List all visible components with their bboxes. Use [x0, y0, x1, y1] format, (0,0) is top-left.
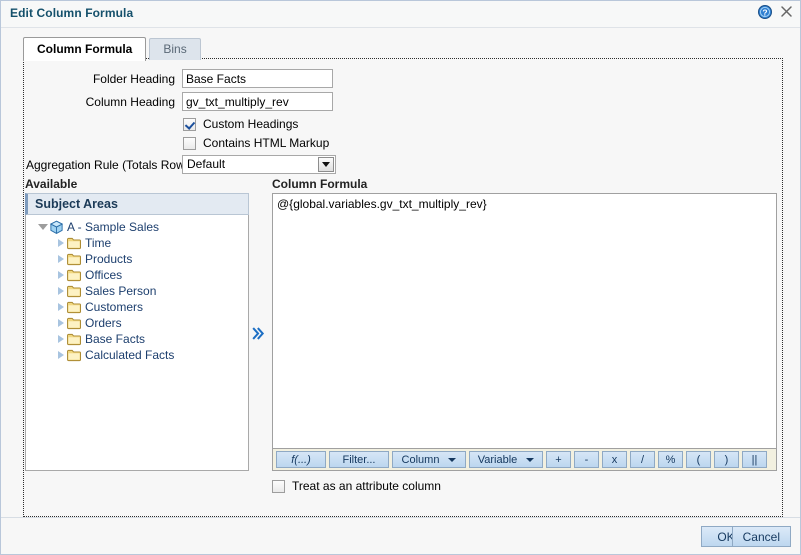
- available-caption: Available: [25, 177, 77, 191]
- treat-as-attribute-label: Treat as an attribute column: [285, 479, 441, 493]
- variable-menu-button[interactable]: Variable: [469, 451, 543, 468]
- operator-minus-button[interactable]: -: [574, 451, 599, 468]
- tree-node-calculated-facts[interactable]: Calculated Facts: [26, 347, 248, 363]
- variable-menu-label: Variable: [478, 454, 518, 466]
- tree-node-label: Sales Person: [85, 284, 156, 298]
- available-panel: Subject Areas A - Sample Sales: [25, 193, 249, 471]
- double-chevron-right-icon: [252, 326, 265, 341]
- chevron-down-icon[interactable]: [318, 157, 334, 172]
- tree-node-orders[interactable]: Orders: [26, 315, 248, 331]
- operator-concat-button[interactable]: ||: [742, 451, 767, 468]
- tree-node-offices[interactable]: Offices: [26, 267, 248, 283]
- custom-headings-row: Custom Headings: [183, 117, 298, 131]
- folder-icon: [67, 301, 82, 314]
- expand-toggle-icon[interactable]: [54, 317, 67, 330]
- dialog-titlebar: Edit Column Formula ?: [1, 1, 800, 28]
- treat-as-attribute-row: Treat as an attribute column: [272, 479, 441, 493]
- expand-toggle-icon[interactable]: [54, 253, 67, 266]
- contains-html-markup-row: Contains HTML Markup: [183, 136, 329, 150]
- operator-plus-button[interactable]: +: [546, 451, 571, 468]
- custom-headings-checkbox[interactable]: [183, 118, 196, 131]
- column-menu-label: Column: [402, 454, 440, 466]
- close-icon[interactable]: [780, 5, 793, 19]
- folder-icon: [67, 253, 82, 266]
- column-formula-caption: Column Formula: [272, 177, 367, 191]
- subject-areas-tree[interactable]: A - Sample Sales Time: [25, 215, 249, 471]
- column-heading-input[interactable]: [182, 92, 333, 111]
- dialog-title: Edit Column Formula: [10, 6, 133, 20]
- folder-heading-input[interactable]: [182, 69, 333, 88]
- tree-node-root[interactable]: A - Sample Sales: [26, 219, 248, 235]
- folder-icon: [67, 285, 82, 298]
- formula-panel: f(...) Filter... Column Variable + - x /…: [272, 193, 777, 471]
- formula-textarea[interactable]: [272, 193, 777, 449]
- folder-icon: [67, 333, 82, 346]
- tree-node-products[interactable]: Products: [26, 251, 248, 267]
- column-menu-button[interactable]: Column: [392, 451, 466, 468]
- expand-toggle-icon[interactable]: [54, 269, 67, 282]
- expand-toggle-icon[interactable]: [54, 285, 67, 298]
- aggregation-rule-select[interactable]: Default: [182, 155, 336, 174]
- folder-icon: [67, 237, 82, 250]
- subject-areas-header: Subject Areas: [25, 193, 249, 215]
- tree-node-label: Customers: [85, 300, 143, 314]
- move-right-button[interactable]: [249, 323, 267, 343]
- folder-icon: [67, 269, 82, 282]
- operator-divide-button[interactable]: /: [630, 451, 655, 468]
- tree-node-label: Offices: [85, 268, 122, 282]
- treat-as-attribute-checkbox[interactable]: [272, 480, 285, 493]
- cube-icon: [49, 220, 64, 235]
- tree-node-time[interactable]: Time: [26, 235, 248, 251]
- cancel-button[interactable]: Cancel: [732, 526, 791, 547]
- filter-button[interactable]: Filter...: [329, 451, 389, 468]
- tree-node-root-label: A - Sample Sales: [67, 220, 159, 234]
- chevron-down-icon: [448, 458, 456, 462]
- tree-node-label: Orders: [85, 316, 122, 330]
- help-circle-icon[interactable]: ?: [758, 5, 772, 19]
- tree-node-label: Base Facts: [85, 332, 145, 346]
- column-heading-row: Column Heading: [37, 92, 337, 111]
- expand-toggle-icon[interactable]: [36, 221, 49, 234]
- aggregation-rule-value: Default: [183, 156, 225, 173]
- expand-toggle-icon[interactable]: [54, 237, 67, 250]
- svg-text:?: ?: [762, 7, 767, 17]
- dialog-footer: OK Cancel: [1, 517, 800, 554]
- folder-icon: [67, 349, 82, 362]
- operator-percent-button[interactable]: %: [658, 451, 683, 468]
- folder-heading-label: Folder Heading: [37, 72, 182, 86]
- aggregation-rule-label: Aggregation Rule (Totals Row): [26, 158, 182, 172]
- column-heading-label: Column Heading: [37, 95, 182, 109]
- titlebar-buttons: ?: [758, 5, 793, 19]
- edit-column-formula-dialog: Edit Column Formula ? Column Formula Bin…: [0, 0, 801, 555]
- tree-node-sales-person[interactable]: Sales Person: [26, 283, 248, 299]
- custom-headings-label: Custom Headings: [196, 117, 298, 131]
- tab-column-formula[interactable]: Column Formula: [23, 37, 146, 61]
- folder-icon: [67, 317, 82, 330]
- aggregation-rule-row: Aggregation Rule (Totals Row) Default: [26, 155, 336, 174]
- function-button[interactable]: f(...): [276, 451, 326, 468]
- chevron-down-icon: [526, 458, 534, 462]
- expand-toggle-icon[interactable]: [54, 349, 67, 362]
- tree-node-base-facts[interactable]: Base Facts: [26, 331, 248, 347]
- expand-toggle-icon[interactable]: [54, 301, 67, 314]
- operator-close-paren-button[interactable]: ): [714, 451, 739, 468]
- tree-node-label: Calculated Facts: [85, 348, 174, 362]
- contains-html-markup-checkbox[interactable]: [183, 137, 196, 150]
- tab-bins[interactable]: Bins: [149, 38, 200, 60]
- operator-open-paren-button[interactable]: (: [686, 451, 711, 468]
- expand-toggle-icon[interactable]: [54, 333, 67, 346]
- tree-node-customers[interactable]: Customers: [26, 299, 248, 315]
- formula-toolbar: f(...) Filter... Column Variable + - x /…: [272, 449, 777, 471]
- tab-bar: Column Formula Bins: [23, 36, 204, 60]
- operator-multiply-button[interactable]: x: [602, 451, 627, 468]
- tree-node-label: Time: [85, 236, 111, 250]
- tree-node-label: Products: [85, 252, 132, 266]
- folder-heading-row: Folder Heading: [37, 69, 337, 88]
- contains-html-markup-label: Contains HTML Markup: [196, 136, 329, 150]
